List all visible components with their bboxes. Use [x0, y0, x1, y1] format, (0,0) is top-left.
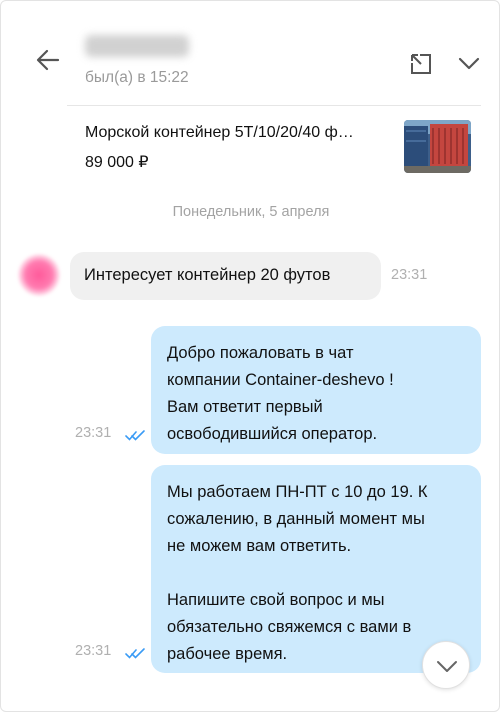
message-time: 23:31: [75, 643, 112, 659]
outgoing-message: Мы работаем ПН-ПТ с 10 до 19. К сожалени…: [151, 465, 481, 673]
listing-thumbnail[interactable]: [404, 120, 471, 173]
message-line: Мы работаем ПН-ПТ с 10 до 19. К: [167, 483, 428, 501]
popout-icon: [411, 54, 431, 74]
message-line: не можем вам ответить.: [167, 537, 352, 555]
message-time: 23:31: [75, 425, 112, 441]
message-line: освободившийся оператор.: [167, 425, 378, 443]
listing-card[interactable]: Морской контейнер 5Т/10/20/40 ф… 89 000 …: [1, 106, 499, 188]
chevron-down-icon: [437, 661, 457, 672]
outgoing-message: Добро пожаловать в чат компании Containe…: [151, 326, 481, 454]
back-button[interactable]: [31, 43, 65, 77]
incoming-message: Интересует контейнер 20 футов: [70, 252, 381, 300]
header-menu-button[interactable]: [456, 53, 482, 73]
message-line: сожалению, в данный момент мы: [167, 510, 425, 528]
message-line: [167, 560, 465, 587]
message-line: Вам ответит первый: [167, 398, 323, 416]
message-line: Напишите свой вопрос и мы: [167, 591, 385, 609]
arrow-left-icon: [36, 49, 60, 71]
chevron-down-icon: [458, 57, 480, 70]
popout-button[interactable]: [408, 51, 434, 77]
scroll-to-bottom-button[interactable]: [422, 641, 470, 689]
date-separator: Понедельник, 5 апреля: [172, 204, 330, 220]
listing-price: 89 000 ₽: [85, 154, 149, 171]
last-seen-status: был(а) в 15:22: [85, 69, 189, 86]
chat-window: был(а) в 15:22 Морской контейнер 5Т/10/2…: [0, 0, 500, 712]
double-check-icon: [125, 430, 145, 441]
listing-title: Морской контейнер 5Т/10/20/40 ф…: [85, 124, 354, 141]
message-line: Интересует контейнер 20 футов: [84, 266, 331, 284]
chat-header: был(а) в 15:22: [1, 1, 499, 105]
message-line: Добро пожаловать в чат: [167, 344, 354, 362]
message-line: обязательно свяжемся с вами в: [167, 618, 412, 636]
contact-name: [85, 35, 189, 57]
container-photo-image: [404, 120, 471, 173]
message-line: рабочее время.: [167, 645, 288, 663]
message-time: 23:31: [391, 267, 428, 283]
double-check-icon: [125, 648, 145, 659]
message-line: компании Container-deshevo !: [167, 371, 394, 389]
contact-avatar[interactable]: [18, 254, 60, 296]
